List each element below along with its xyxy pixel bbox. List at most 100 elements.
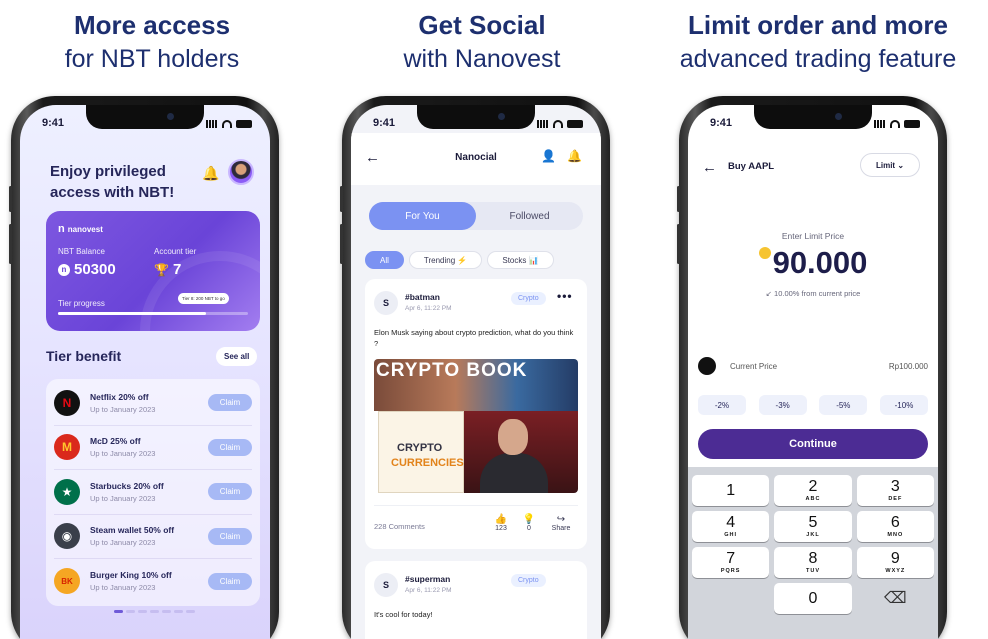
minus-2-percent-button[interactable]: -2% bbox=[698, 395, 746, 415]
bulb-count: 0 bbox=[527, 525, 531, 532]
post-avatar[interactable]: S bbox=[374, 573, 398, 597]
wifi-icon bbox=[553, 120, 563, 128]
post-card[interactable]: S #batman Apr 6, 11:22 PM Crypto ••• Elo… bbox=[365, 279, 587, 549]
claim-button[interactable]: Claim bbox=[208, 394, 252, 412]
phone-notch bbox=[754, 105, 872, 129]
see-all-button[interactable]: See all bbox=[216, 347, 258, 366]
claim-button[interactable]: Claim bbox=[208, 483, 252, 501]
balance-value: n 50300 bbox=[58, 261, 116, 278]
progress-label: Tier progress bbox=[58, 299, 105, 308]
key-digit: 4 bbox=[726, 514, 736, 531]
key-0[interactable]: 0 bbox=[774, 583, 852, 614]
post-tag[interactable]: Crypto bbox=[511, 292, 546, 305]
post-avatar[interactable]: S bbox=[374, 291, 398, 315]
benefit-date: Up to January 2023 bbox=[90, 404, 156, 414]
order-type-select[interactable]: Limit ⌄ bbox=[860, 153, 920, 177]
phone-nbt-benefits: 9:41 Enjoy privileged access with NBT! 🔔… bbox=[9, 96, 279, 639]
headline-nbt: More access for NBT holders bbox=[22, 8, 282, 76]
bulb-action[interactable]: 💡 0 bbox=[518, 514, 540, 532]
post-body: It's cool for today! bbox=[374, 610, 433, 619]
key-letters: JKL bbox=[806, 532, 820, 538]
claim-button[interactable]: Claim bbox=[208, 438, 252, 456]
post-username[interactable]: #batman bbox=[405, 292, 440, 302]
current-price-label: Current Price bbox=[730, 361, 778, 371]
post-tag[interactable]: Crypto bbox=[511, 574, 546, 587]
benefit-name: Starbucks 20% off bbox=[90, 480, 164, 491]
key-7[interactable]: 7 PQRS bbox=[692, 547, 770, 578]
minus-5-percent-button[interactable]: -5% bbox=[819, 395, 868, 415]
key-1[interactable]: 1 bbox=[692, 475, 770, 506]
book-title-line2: CURRENCIES bbox=[391, 457, 464, 469]
key-5[interactable]: 5 JKL bbox=[774, 511, 852, 542]
continue-button[interactable]: Continue bbox=[698, 429, 928, 459]
key-digit: 9 bbox=[890, 550, 900, 567]
key-6[interactable]: 6 MNO bbox=[856, 511, 934, 542]
comments-count[interactable]: 228 Comments bbox=[374, 522, 425, 531]
phone-limit-order: 9:41 ← Buy AAPL Limit ⌄ Enter Limit Pric… bbox=[677, 96, 947, 639]
like-count: 123 bbox=[495, 525, 507, 532]
phone-side-button bbox=[9, 186, 12, 212]
benefit-name: Netflix 20% off bbox=[90, 391, 149, 402]
back-arrow-icon[interactable]: ← bbox=[702, 159, 717, 176]
phone-side-button bbox=[9, 224, 12, 264]
share-label: Share bbox=[551, 525, 571, 532]
image-banner: CRYPTO BOOK bbox=[374, 359, 578, 411]
benefit-name: Steam wallet 50% off bbox=[90, 525, 175, 536]
signal-icon bbox=[537, 120, 549, 128]
avatar[interactable] bbox=[228, 159, 254, 185]
phone-screen: 9:41 ← Nanocial 👤 🔔 For You Followed All… bbox=[351, 105, 601, 639]
chip-stocks[interactable]: Stocks 📊 bbox=[487, 251, 554, 269]
headline-title: More access bbox=[73, 10, 231, 40]
benefit-date: Up to January 2023 bbox=[90, 449, 156, 459]
post-card[interactable]: S #superman Apr 6, 11:22 PM Crypto It's … bbox=[365, 561, 587, 639]
claim-button[interactable]: Claim bbox=[208, 527, 252, 545]
chip-all[interactable]: All bbox=[365, 251, 404, 269]
headline-social: Get Social with Nanovest bbox=[352, 8, 612, 76]
key-9[interactable]: 9 WXYZ bbox=[856, 547, 934, 578]
filter-chips: All Trending ⚡ Stocks 📊 bbox=[365, 251, 554, 269]
bell-icon[interactable]: 🔔 bbox=[567, 149, 582, 163]
chip-trending[interactable]: Trending ⚡ bbox=[408, 251, 483, 269]
tier-label: Account tier bbox=[154, 247, 197, 256]
tab-followed[interactable]: Followed bbox=[476, 202, 583, 230]
limit-price-percent: ↙ 10.00% from current price bbox=[765, 289, 861, 298]
minus-10-percent-button[interactable]: -10% bbox=[879, 395, 928, 415]
key-letters: DEF bbox=[888, 496, 903, 502]
benefit-list: N Netflix 20% off Up to January 2023 Claim M… bbox=[46, 379, 260, 606]
tier-progress-bar bbox=[58, 312, 248, 315]
post-image[interactable]: CRYPTO BOOK CRYPTO CURRENCIES bbox=[374, 359, 578, 493]
backspace-key[interactable]: ⌫ bbox=[857, 583, 934, 614]
phone-side-button bbox=[340, 186, 343, 212]
key-digit: ⌫ bbox=[884, 589, 907, 607]
key-2[interactable]: 2 ABC bbox=[774, 475, 852, 506]
bell-icon[interactable]: 🔔 bbox=[202, 165, 219, 182]
like-action[interactable]: 👍 123 bbox=[490, 514, 512, 532]
key-digit: 6 bbox=[890, 514, 900, 531]
key-8[interactable]: 8 TUV bbox=[774, 547, 852, 578]
status-time: 9:41 bbox=[710, 117, 733, 129]
tab-for-you[interactable]: For You bbox=[369, 202, 476, 230]
headline-title: Limit order and more bbox=[687, 10, 949, 40]
book-cover: CRYPTO CURRENCIES bbox=[378, 411, 464, 493]
portrait-photo bbox=[464, 411, 578, 493]
key-4[interactable]: 4 GHI bbox=[692, 511, 770, 542]
nanovest-logo: n nanovest bbox=[58, 223, 103, 235]
key-letters: ABC bbox=[805, 496, 821, 502]
user-icon[interactable]: 👤 bbox=[541, 149, 556, 163]
wifi-icon bbox=[222, 120, 232, 128]
key-letters: WXYZ bbox=[885, 568, 906, 574]
phone-nanocial: 9:41 ← Nanocial 👤 🔔 For You Followed All… bbox=[340, 96, 610, 639]
minus-3-percent-button[interactable]: -3% bbox=[758, 395, 807, 415]
more-options-icon[interactable]: ••• bbox=[557, 289, 573, 303]
share-action[interactable]: ↪ Share bbox=[550, 514, 572, 532]
page-title: Buy AAPL bbox=[728, 161, 775, 172]
brand-name: nanovest bbox=[67, 224, 103, 234]
post-username[interactable]: #superman bbox=[405, 574, 450, 584]
claim-button[interactable]: Claim bbox=[208, 572, 252, 590]
limit-price-value[interactable]: 90.000 bbox=[688, 245, 938, 281]
apple-logo-icon bbox=[698, 357, 716, 375]
post-date: Apr 6, 11:22 PM bbox=[405, 587, 452, 594]
battery-icon bbox=[567, 120, 583, 128]
key-digit: 7 bbox=[726, 550, 736, 567]
key-3[interactable]: 3 DEF bbox=[856, 475, 934, 506]
